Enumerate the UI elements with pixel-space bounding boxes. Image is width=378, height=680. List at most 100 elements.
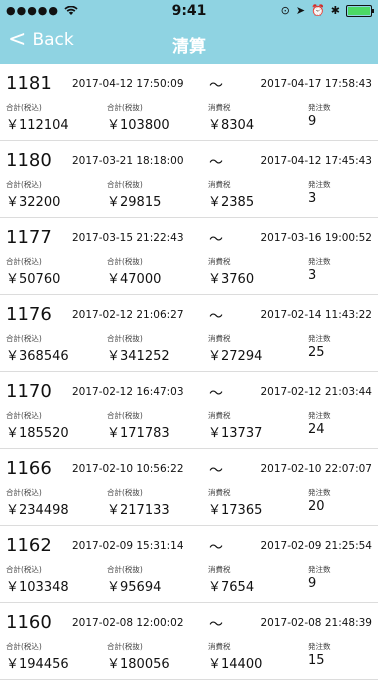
end-datetime: 2017-04-12 17:45:43: [260, 155, 372, 167]
settlement-id: 1170: [6, 381, 52, 402]
total-incl-tax: ￥368546: [6, 349, 69, 364]
settlement-list: 1181 2017-04-12 17:50:09 〜 2017-04-17 17…: [0, 64, 378, 680]
label-consumption-tax: 消費税: [208, 334, 231, 343]
status-right: ⊙ ➤ ⏰ ✱: [280, 4, 374, 17]
label-order-count: 発注数: [308, 565, 331, 574]
label-consumption-tax: 消費税: [208, 257, 231, 266]
end-datetime: 2017-02-09 21:25:54: [260, 540, 372, 552]
start-datetime: 2017-03-15 21:22:43: [72, 232, 184, 244]
label-total-incl-tax: 合計(税込): [6, 488, 42, 497]
range-separator: 〜: [209, 78, 223, 94]
label-total-incl-tax: 合計(税込): [6, 334, 42, 343]
settlement-id: 1176: [6, 304, 52, 325]
navigation-bar: < Back 清算: [0, 22, 378, 64]
label-order-count: 発注数: [308, 334, 331, 343]
start-datetime: 2017-02-12 21:06:27: [72, 309, 184, 321]
label-total-excl-tax: 合計(税抜): [107, 257, 143, 266]
list-item[interactable]: 1180 2017-03-21 18:18:00 〜 2017-04-12 17…: [0, 141, 378, 218]
list-item[interactable]: 1181 2017-04-12 17:50:09 〜 2017-04-17 17…: [0, 64, 378, 141]
label-consumption-tax: 消費税: [208, 565, 231, 574]
total-incl-tax: ￥32200: [6, 195, 61, 210]
range-separator: 〜: [209, 155, 223, 171]
label-order-count: 発注数: [308, 103, 331, 112]
end-datetime: 2017-03-16 19:00:52: [260, 232, 372, 244]
label-consumption-tax: 消費税: [208, 180, 231, 189]
order-count: 3: [308, 191, 317, 206]
consumption-tax: ￥14400: [208, 657, 263, 672]
list-item[interactable]: 1176 2017-02-12 21:06:27 〜 2017-02-14 11…: [0, 295, 378, 372]
start-datetime: 2017-02-10 10:56:22: [72, 463, 184, 475]
settlement-id: 1162: [6, 535, 52, 556]
consumption-tax: ￥27294: [208, 349, 263, 364]
status-bar: ●●●●● 9:41 ⊙ ➤ ⏰ ✱: [0, 0, 378, 22]
total-excl-tax: ￥95694: [107, 580, 162, 595]
start-datetime: 2017-04-12 17:50:09: [72, 78, 184, 90]
label-total-incl-tax: 合計(税込): [6, 642, 42, 651]
consumption-tax: ￥17365: [208, 503, 263, 518]
total-excl-tax: ￥217133: [107, 503, 170, 518]
total-excl-tax: ￥29815: [107, 195, 162, 210]
label-order-count: 発注数: [308, 642, 331, 651]
start-datetime: 2017-02-08 12:00:02: [72, 617, 184, 629]
label-total-excl-tax: 合計(税抜): [107, 411, 143, 420]
label-total-incl-tax: 合計(税込): [6, 103, 42, 112]
label-total-incl-tax: 合計(税込): [6, 257, 42, 266]
order-count: 25: [308, 345, 325, 360]
label-total-incl-tax: 合計(税込): [6, 565, 42, 574]
total-excl-tax: ￥47000: [107, 272, 162, 287]
list-item[interactable]: 1160 2017-02-08 12:00:02 〜 2017-02-08 21…: [0, 603, 378, 680]
label-total-excl-tax: 合計(税抜): [107, 488, 143, 497]
order-count: 20: [308, 499, 325, 514]
range-separator: 〜: [209, 463, 223, 479]
end-datetime: 2017-04-17 17:58:43: [260, 78, 372, 90]
label-total-excl-tax: 合計(税抜): [107, 103, 143, 112]
label-order-count: 発注数: [308, 488, 331, 497]
label-total-incl-tax: 合計(税込): [6, 411, 42, 420]
label-order-count: 発注数: [308, 180, 331, 189]
label-consumption-tax: 消費税: [208, 103, 231, 112]
order-count: 15: [308, 653, 325, 668]
total-incl-tax: ￥185520: [6, 426, 69, 441]
total-excl-tax: ￥341252: [107, 349, 170, 364]
end-datetime: 2017-02-10 22:07:07: [260, 463, 372, 475]
consumption-tax: ￥7654: [208, 580, 255, 595]
settlement-id: 1177: [6, 227, 52, 248]
label-total-excl-tax: 合計(税抜): [107, 180, 143, 189]
location-arrow-icon: ➤: [295, 4, 306, 17]
range-separator: 〜: [209, 386, 223, 402]
total-incl-tax: ￥103348: [6, 580, 69, 595]
label-consumption-tax: 消費税: [208, 488, 231, 497]
total-incl-tax: ￥112104: [6, 118, 69, 133]
bluetooth-icon: ✱: [330, 4, 340, 17]
consumption-tax: ￥3760: [208, 272, 255, 287]
list-item[interactable]: 1170 2017-02-12 16:47:03 〜 2017-02-12 21…: [0, 372, 378, 449]
label-total-excl-tax: 合計(税抜): [107, 334, 143, 343]
total-incl-tax: ￥194456: [6, 657, 69, 672]
label-total-excl-tax: 合計(税抜): [107, 565, 143, 574]
rotation-lock-icon: ⊙: [280, 4, 290, 17]
settlement-id: 1160: [6, 612, 52, 633]
list-item[interactable]: 1166 2017-02-10 10:56:22 〜 2017-02-10 22…: [0, 449, 378, 526]
order-count: 9: [308, 114, 317, 129]
range-separator: 〜: [209, 617, 223, 633]
range-separator: 〜: [209, 232, 223, 248]
settlement-id: 1181: [6, 73, 52, 94]
end-datetime: 2017-02-12 21:03:44: [260, 386, 372, 398]
end-datetime: 2017-02-08 21:48:39: [260, 617, 372, 629]
total-incl-tax: ￥50760: [6, 272, 61, 287]
label-order-count: 発注数: [308, 257, 331, 266]
battery-icon: [346, 4, 374, 17]
consumption-tax: ￥8304: [208, 118, 255, 133]
order-count: 24: [308, 422, 325, 437]
consumption-tax: ￥2385: [208, 195, 255, 210]
page-title: 清算: [172, 37, 206, 57]
range-separator: 〜: [209, 309, 223, 325]
list-item[interactable]: 1162 2017-02-09 15:31:14 〜 2017-02-09 21…: [0, 526, 378, 603]
list-item[interactable]: 1177 2017-03-15 21:22:43 〜 2017-03-16 19…: [0, 218, 378, 295]
total-excl-tax: ￥171783: [107, 426, 170, 441]
range-separator: 〜: [209, 540, 223, 556]
label-consumption-tax: 消費税: [208, 411, 231, 420]
start-datetime: 2017-02-12 16:47:03: [72, 386, 184, 398]
total-incl-tax: ￥234498: [6, 503, 69, 518]
end-datetime: 2017-02-14 11:43:22: [260, 309, 372, 321]
